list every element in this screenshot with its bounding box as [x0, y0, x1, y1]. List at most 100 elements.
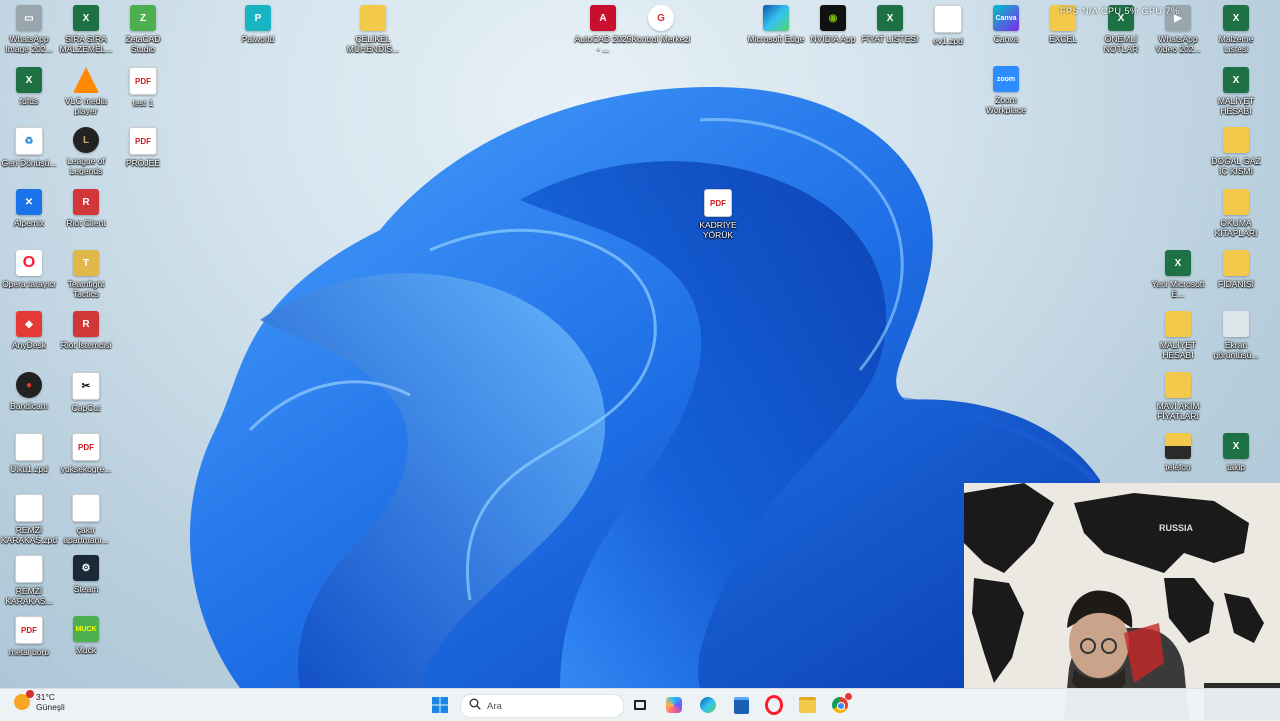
image-file-icon: ▭	[16, 5, 42, 31]
control-center-icon: G	[648, 5, 674, 31]
chrome-badge	[845, 693, 852, 700]
bandicam-icon: ●	[16, 372, 42, 398]
muck-icon: MUCK	[73, 616, 99, 642]
file-icon	[15, 433, 43, 461]
desktop-icon[interactable]: P Palworld	[229, 5, 287, 63]
palworld-icon: P	[245, 5, 271, 31]
webcam-feed: RUSSIA	[964, 483, 1280, 720]
excel-icon: X	[1223, 5, 1249, 31]
search-placeholder: Ara	[487, 700, 502, 712]
desktop-icon[interactable]: zoom Zoom Workplace	[977, 66, 1035, 124]
desktop-icon[interactable]: ÇELİKEL MÜHENDİS...	[344, 5, 402, 63]
zetacad-icon: Z	[130, 5, 156, 31]
desktop-icon[interactable]: PDF KADRİYE YÖRÜK	[689, 189, 747, 247]
desktop-icon[interactable]: R Riot Client	[57, 189, 115, 247]
desktop-icon[interactable]: X Malzeme Listesi	[1207, 5, 1265, 63]
desktop-icon[interactable]: X MALİYET HESABI	[1207, 67, 1265, 125]
desktop-icon[interactable]: OKUMA KİTAPLARI	[1207, 189, 1265, 247]
search-box[interactable]: Ara	[460, 694, 624, 718]
folder-icon	[1165, 311, 1191, 337]
opera-taskbar-button[interactable]	[763, 694, 785, 716]
desktop-icon[interactable]: X fdfds	[0, 67, 58, 125]
performance-overlay: FPS N/A CPU 5% GPU 7%	[1060, 6, 1180, 16]
league-icon: L	[73, 127, 99, 153]
desktop-icon[interactable]: Z ZetaCAD Studio	[114, 5, 172, 63]
desktop-icon[interactable]: O Opera tarayıcı	[0, 250, 58, 308]
desktop-icon[interactable]: A AutoCAD 2025 - ...	[574, 5, 632, 63]
desktop-icon[interactable]: Ülkü1.zpd	[0, 433, 58, 491]
desktop-icon[interactable]: REMZİ KARAKAŞ.zpd	[0, 494, 58, 552]
recycle-bin-icon: ♻	[15, 127, 43, 155]
chrome-button[interactable]	[829, 693, 852, 716]
file-explorer-button[interactable]	[796, 694, 818, 716]
screenshot-icon	[1223, 311, 1249, 337]
folder-icon	[360, 5, 386, 31]
notification-badge	[26, 690, 34, 698]
desktop-icon[interactable]: PDF metal boru	[0, 616, 58, 674]
desktop-icon[interactable]: PDF test 1	[114, 67, 172, 125]
desktop-icon[interactable]: çakır apartmanı...	[57, 494, 115, 552]
desktop-icon[interactable]: PDF yuksekogre...	[57, 433, 115, 491]
autocad-icon: A	[590, 5, 616, 31]
pdf-icon: PDF	[15, 616, 43, 644]
desktop-icon[interactable]: G Kontrol Merkezi	[631, 5, 691, 63]
excel-icon: X	[1165, 250, 1191, 276]
task-view-button[interactable]	[629, 694, 651, 716]
excel-icon: X	[16, 67, 42, 93]
weather-desc: Güneşli	[36, 702, 65, 712]
edge-taskbar-button[interactable]	[697, 694, 719, 716]
folder-icon	[1223, 189, 1249, 215]
tft-icon: T	[73, 250, 99, 276]
desktop-icon[interactable]: Microsoft Edge	[747, 5, 805, 63]
desktop-icon[interactable]: FİDANİŞİ	[1207, 250, 1265, 308]
excel-icon: X	[1223, 433, 1249, 459]
edge-icon	[700, 697, 716, 713]
riot-icon: R	[73, 311, 99, 337]
desktop-icon[interactable]: T Teamfight Tactics	[57, 250, 115, 308]
file-icon	[15, 494, 43, 522]
search-icon	[469, 697, 481, 715]
excel-icon: X	[1223, 67, 1249, 93]
desktop-icon[interactable]: VLC media player	[57, 67, 115, 125]
webcam-overlay: RUSSIA	[964, 483, 1280, 720]
riot-icon: R	[73, 189, 99, 215]
copilot-button[interactable]	[663, 694, 685, 716]
desktop-icon[interactable]: R Riot İstemcisi	[57, 311, 115, 369]
steam-icon: ⚙	[73, 555, 99, 581]
desktop-icon[interactable]: L League of Legends	[57, 127, 115, 185]
desktop-icon[interactable]: REMZİ KARAKAŞ...	[0, 555, 58, 613]
desktop-icon[interactable]: ♻ Geri Dönüşü...	[0, 127, 58, 185]
desktop-icon[interactable]: ◆ AnyDesk	[0, 311, 58, 369]
taskbar: 31°C Güneşli Ara	[0, 688, 1280, 721]
capcut-icon: ✂	[72, 372, 100, 400]
desktop-icon[interactable]: X Yeni Microsoft E...	[1149, 250, 1207, 308]
desktop-icon[interactable]: X FİYAT LİSTESİ	[861, 5, 919, 63]
desktop-icon[interactable]: Canva Canva	[977, 5, 1035, 63]
sun-icon	[14, 690, 34, 710]
opera-icon	[765, 695, 783, 715]
desktop-icon[interactable]: ✕ Alpemix	[0, 189, 58, 247]
store-button[interactable]	[730, 694, 752, 716]
weather-temp: 31°C	[36, 692, 55, 702]
canva-icon: Canva	[993, 5, 1019, 31]
file-icon	[15, 555, 43, 583]
desktop-icon[interactable]: ▭ WhatsApp Image 202...	[0, 5, 58, 63]
start-button[interactable]	[429, 694, 451, 716]
desktop-icon[interactable]: ev1.zpd	[919, 5, 977, 63]
desktop-icon[interactable]: Ekran görüntüsü...	[1207, 311, 1265, 369]
desktop-icon[interactable]: PDF PROJEE	[114, 127, 172, 185]
desktop-icon[interactable]: DOĞAL GAZ İÇ KISMI	[1207, 127, 1265, 185]
desktop-icon[interactable]: ⚙ Steam	[57, 555, 115, 613]
desktop-icon[interactable]: ◉ NVIDIA App	[804, 5, 862, 63]
map-label: RUSSIA	[1159, 523, 1194, 533]
desktop-icon[interactable]: MAVİ AKIM FİYATLARI	[1149, 372, 1207, 430]
desktop-icon[interactable]: ● Bandicam	[0, 372, 58, 430]
copilot-icon	[666, 697, 682, 713]
desktop-icon[interactable]: ✂ CapCut	[57, 372, 115, 430]
desktop-icon[interactable]: MUCK Muck	[57, 616, 115, 674]
weather-widget[interactable]: 31°C Güneşli	[14, 690, 65, 712]
pdf-icon: PDF	[72, 433, 100, 461]
desktop-icon[interactable]: MALİYET HESABI	[1149, 311, 1207, 369]
task-view-icon	[634, 700, 646, 710]
desktop-icon[interactable]: X SIRA SIRA MALZEMEL...	[57, 5, 115, 63]
